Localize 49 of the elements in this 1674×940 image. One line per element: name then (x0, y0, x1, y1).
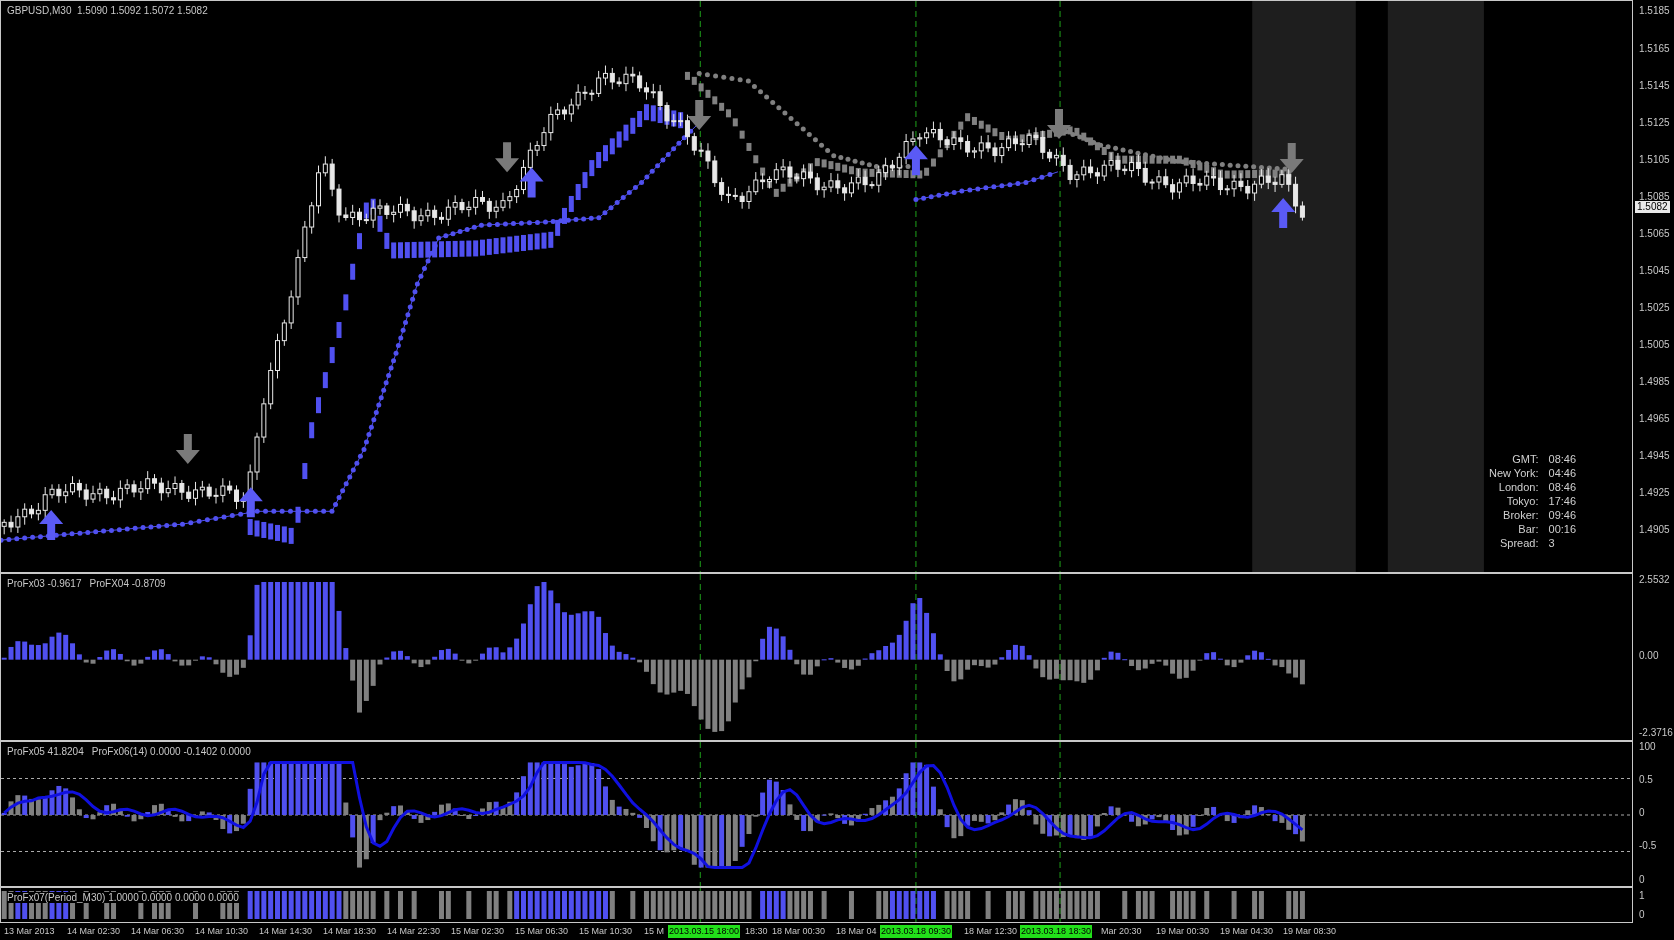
clock-value: 09:46 (1548, 509, 1577, 521)
scale-label: 0.00 (1639, 650, 1659, 663)
clock-value: 08:46 (1548, 481, 1577, 493)
price-label: 1.5065 (1639, 227, 1670, 240)
clock-label: Bar: (1517, 523, 1539, 535)
scale-label: 0 (1639, 807, 1645, 820)
price-label: 1.5105 (1639, 153, 1670, 166)
price-label: 1.5145 (1639, 79, 1670, 92)
scale-label: 0 (1639, 909, 1645, 922)
scale-label: -0.5 (1639, 840, 1657, 853)
clock-value: 04:46 (1548, 467, 1577, 479)
clock-label: Tokyo: (1505, 495, 1539, 507)
current-price-tag: 1.5082 (1635, 200, 1670, 213)
clock-value: 00:16 (1548, 523, 1577, 535)
price-label: 1.4945 (1639, 449, 1670, 462)
indicator-legend: ProFx05 41.8204 (7, 746, 84, 757)
clock-label: Spread: (1499, 537, 1539, 549)
indicator-legend: ProFX04 -0.8709 (89, 578, 166, 589)
indicator-legend: ProFx07(Period_M30) 1.0000 0.0000 0.0000 0.0000 (7, 892, 239, 903)
price-label: 1.5005 (1639, 338, 1670, 351)
scale-label: 0.5 (1639, 774, 1653, 787)
price-label: 1.5045 (1639, 264, 1670, 277)
price-label: 1.4965 (1639, 412, 1670, 425)
price-label: 1.5085 (1639, 190, 1670, 202)
scale-label: -2.3716 (1639, 726, 1673, 739)
scale-label: 1 (1639, 890, 1645, 902)
scale-label: 0 (1639, 873, 1645, 886)
indicator-legend: ProFx03 -0.9617 (7, 578, 82, 589)
price-label: 1.5025 (1639, 301, 1670, 314)
price-label: 1.4925 (1639, 487, 1670, 499)
clock-label: London: (1497, 481, 1539, 493)
clock-label: New York: (1489, 467, 1539, 479)
price-label: 1.5185 (1639, 5, 1670, 18)
clock-label: Broker: (1502, 509, 1539, 521)
time-marker: 2013.03.18 09:30 (880, 925, 953, 938)
clock-value: 08:46 (1548, 453, 1577, 465)
clock-value: 17:46 (1548, 495, 1577, 507)
price-label: 1.5165 (1639, 42, 1670, 55)
price-label: 1.4905 (1639, 524, 1670, 536)
time-marker: 2013.03.18 18:30 (1020, 925, 1093, 938)
scale-label: 100 (1639, 740, 1656, 753)
clock-label: GMT: (1511, 453, 1539, 465)
price-label: 1.4985 (1639, 375, 1670, 388)
scale-label: 2.5532 (1639, 573, 1670, 586)
symbol-info: GBPUSD,M30 1.5090 1.5092 1.5072 1.5082 (7, 5, 208, 16)
clock-value: 3 (1548, 537, 1556, 549)
time-marker: 2013.03.15 18:00 (668, 925, 741, 938)
indicator-legend: ProFx06(14) 0.0000 -0.1402 0.0000 (91, 746, 251, 757)
price-label: 1.5125 (1639, 116, 1670, 129)
